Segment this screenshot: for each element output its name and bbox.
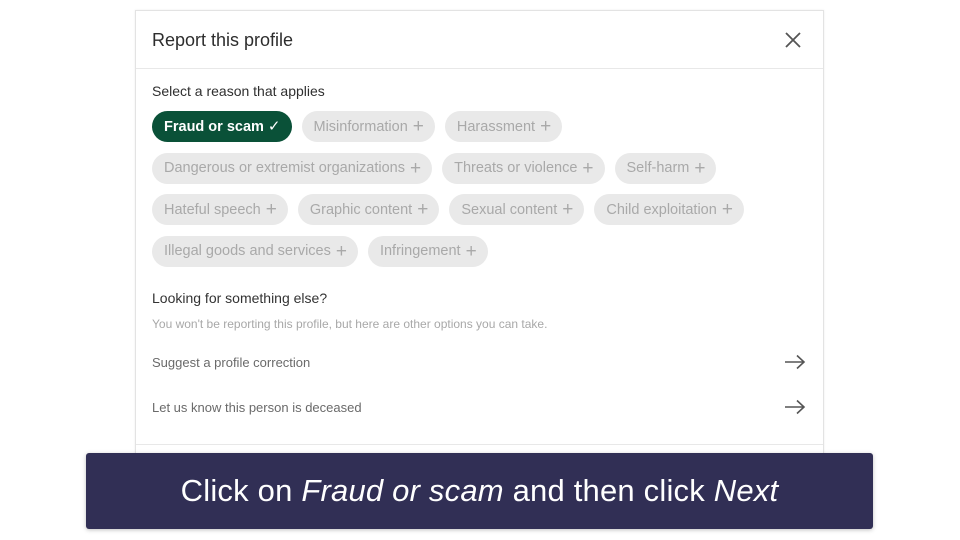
pill-label: Graphic content xyxy=(309,201,413,218)
pill-label: Sexual content xyxy=(461,201,558,218)
reason-pill-illegal-goods[interactable]: Illegal goods and services + xyxy=(152,235,358,267)
plus-icon: + xyxy=(721,199,733,220)
reason-pill-threats-or-violence[interactable]: Threats or violence + xyxy=(442,152,605,184)
instruction-caption: Click on Fraud or scam and then click Ne… xyxy=(86,453,873,529)
pill-label: Harassment xyxy=(456,118,536,135)
pill-label: Hateful speech xyxy=(164,201,261,218)
reason-pill-fraud-or-scam[interactable]: Fraud or scam ✓ xyxy=(152,111,292,142)
caption-emphasis: Fraud or scam xyxy=(301,473,504,508)
caption-emphasis: Next xyxy=(713,473,779,508)
pill-row: Fraud or scam ✓ Misinformation + Harassm… xyxy=(152,111,812,142)
pill-label: Child exploitation xyxy=(606,201,717,218)
report-profile-dialog: Report this profile Select a reason that… xyxy=(135,10,824,490)
reason-pill-hateful-speech[interactable]: Hateful speech + xyxy=(152,194,288,225)
plus-icon: + xyxy=(412,116,424,137)
other-options-subtitle: You won't be reporting this profile, but… xyxy=(152,317,548,331)
pill-row: Hateful speech + Graphic content + Sexua… xyxy=(152,194,812,225)
reason-pill-dangerous-organizations[interactable]: Dangerous or extremist organizations + xyxy=(152,152,433,184)
pill-label: Illegal goods and services xyxy=(164,243,331,259)
option-label: Suggest a profile correction xyxy=(152,354,311,370)
plus-icon: + xyxy=(409,157,422,179)
plus-icon: + xyxy=(694,157,706,179)
check-icon: ✓ xyxy=(267,118,281,135)
plus-icon: + xyxy=(582,157,594,179)
plus-icon: + xyxy=(540,116,552,137)
arrow-right-icon xyxy=(784,399,806,415)
reason-pill-misinformation[interactable]: Misinformation + xyxy=(301,111,435,142)
pill-label: Misinformation xyxy=(313,118,408,135)
report-deceased-link[interactable]: Let us know this person is deceased xyxy=(152,392,806,422)
close-button[interactable] xyxy=(779,26,807,54)
caption-text: Click on xyxy=(180,473,302,508)
reason-pill-child-exploitation[interactable]: Child exploitation + xyxy=(594,194,744,225)
reason-section-label: Select a reason that applies xyxy=(152,83,325,99)
plus-icon: + xyxy=(562,199,574,220)
dialog-title: Report this profile xyxy=(152,30,294,50)
pill-label: Threats or violence xyxy=(454,160,578,176)
pill-row: Dangerous or extremist organizations + T… xyxy=(152,152,812,184)
plus-icon: + xyxy=(335,240,347,262)
reason-pill-self-harm[interactable]: Self-harm + xyxy=(614,152,717,184)
pill-label: Fraud or scam xyxy=(164,118,264,135)
footer-divider xyxy=(136,444,823,445)
option-label: Let us know this person is deceased xyxy=(152,399,362,415)
caption-text: and then click xyxy=(503,473,714,508)
plus-icon: + xyxy=(265,199,277,220)
reason-pill-infringement[interactable]: Infringement + xyxy=(367,235,488,267)
arrow-right-icon xyxy=(784,354,806,370)
reason-pill-harassment[interactable]: Harassment + xyxy=(444,111,563,142)
plus-icon: + xyxy=(417,199,429,220)
dialog-header: Report this profile xyxy=(136,11,823,69)
pill-label: Infringement xyxy=(379,243,461,259)
pill-row: Illegal goods and services + Infringemen… xyxy=(152,235,812,267)
pill-label: Dangerous or extremist organizations xyxy=(164,160,405,176)
pill-label: Self-harm xyxy=(626,160,690,176)
close-icon xyxy=(785,31,801,48)
reason-pill-graphic-content[interactable]: Graphic content + xyxy=(297,194,440,225)
reason-pill-group: Fraud or scam ✓ Misinformation + Harassm… xyxy=(152,111,812,277)
suggest-correction-link[interactable]: Suggest a profile correction xyxy=(152,347,806,377)
other-options-title: Looking for something else? xyxy=(152,290,328,306)
reason-pill-sexual-content[interactable]: Sexual content + xyxy=(449,194,585,225)
plus-icon: + xyxy=(465,240,477,262)
